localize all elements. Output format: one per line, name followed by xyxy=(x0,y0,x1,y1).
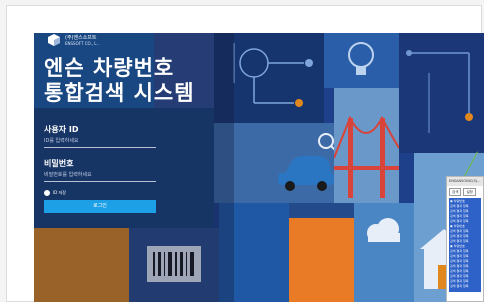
result-list: ▣ 차량번호 검색 결과 항목 검색 결과 항목 검색 결과 항목 검색 결과 … xyxy=(449,198,481,292)
background-tile xyxy=(399,33,484,153)
background-tile xyxy=(333,88,400,203)
page-title: 엔슨 차량번호 통합검색 시스템 xyxy=(44,56,195,106)
bridge-icon xyxy=(333,115,400,198)
logo-cube-icon xyxy=(48,34,60,46)
password-label: 비밀번호 xyxy=(44,159,74,168)
login-button[interactable]: 로그인 xyxy=(44,200,156,213)
search-result-window[interactable]: ENSANSONIC(S)... 검색 설정 ▣ 차량번호 검색 결과 항목 검… xyxy=(446,176,484,302)
background-tile xyxy=(354,203,414,302)
background-tile xyxy=(324,33,399,88)
background-tile xyxy=(289,203,354,218)
tab-search[interactable]: 검색 xyxy=(449,188,462,196)
window-title: ENSANSONIC(S)... xyxy=(447,177,483,186)
remember-id-checkbox[interactable] xyxy=(44,190,50,196)
remember-id-label: ID 저장 xyxy=(53,190,66,195)
window-tabs: 검색 설정 xyxy=(447,186,483,198)
page-title-line1: 엔슨 차량번호 xyxy=(44,56,175,80)
tab-settings[interactable]: 설정 xyxy=(463,188,476,196)
page-title-line2: 통합검색 시스템 xyxy=(44,81,195,105)
logo-company-name-en: ENSSOFT CO., L.. xyxy=(65,40,100,46)
user-id-input[interactable]: ID를 입력하세요 xyxy=(44,135,156,148)
list-item[interactable]: 검색 결과 항목 xyxy=(450,284,480,289)
password-input[interactable]: 비밀번호를 입력하세요 xyxy=(44,169,156,182)
user-id-label: 사용자 ID xyxy=(44,125,79,134)
remember-id-option[interactable]: ID 저장 xyxy=(44,190,66,196)
cloud-icon xyxy=(367,218,400,242)
lightbulb-icon xyxy=(348,42,374,75)
circuit-icon xyxy=(406,50,473,133)
company-logo: (주)엔스소프트 ENSSOFT CO., L.. xyxy=(48,34,99,46)
background-tile xyxy=(289,218,354,302)
